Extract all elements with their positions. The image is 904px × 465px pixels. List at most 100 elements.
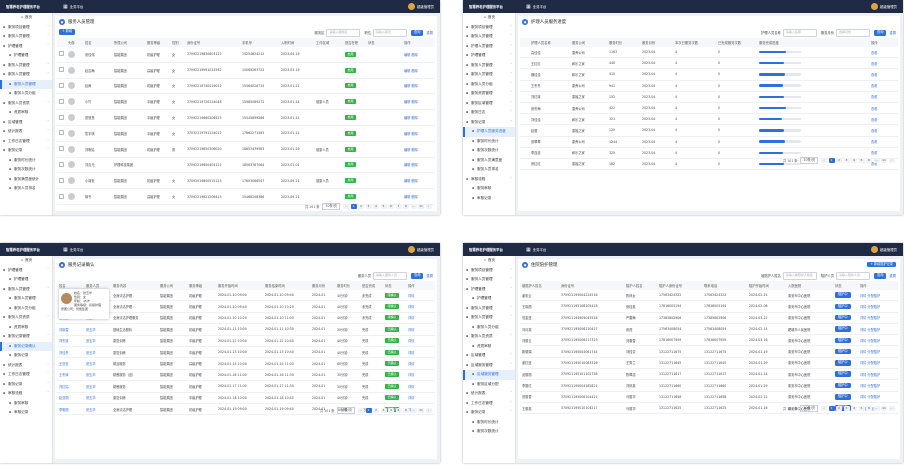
detail-link[interactable]: 详情 <box>860 294 866 298</box>
detail-link[interactable]: 详情 <box>408 385 414 389</box>
sidebar-item[interactable]: ▪ 服务人员分组 <box>0 304 52 314</box>
sidebar-item[interactable]: ▪ 审核记录 <box>0 408 52 418</box>
table-row[interactable]: 张冬梅 康养公司 422 2023-04 4 0 查看 <box>520 102 898 115</box>
sidebar-item[interactable]: ▪ 资质审核 <box>463 342 515 352</box>
sidebar-item[interactable]: ▪ 服务审核 <box>463 184 515 194</box>
user-menu[interactable]: 超级管理员 <box>408 3 434 10</box>
sidebar-item[interactable]: ▪ 服务时长统计 <box>463 137 515 147</box>
table-row[interactable]: 刘晓雪 张玉华 基础生活照料 智能集团 初级护理 2024-01-11 10:00 2024… <box>57 323 435 336</box>
sidebar-item[interactable]: ▪ 资质审核 <box>0 108 52 118</box>
reset-button[interactable]: 重置 <box>889 273 896 278</box>
platform-label[interactable]: 业务平台 <box>70 4 84 9</box>
next-page-button[interactable]: › <box>888 158 895 163</box>
table-row[interactable]: 张慧慧 智能集团 中级护理女 37092219660206523 15545899286… <box>57 109 435 126</box>
page-button[interactable]: 5 <box>858 158 865 163</box>
staff-name[interactable]: 张玉华 <box>84 357 111 370</box>
page-button[interactable]: 6 <box>866 158 872 163</box>
table-row[interactable]: 王冬妹 张玉华 助餐服务（送） 智能集团 初级护理 2024-01-16 11:00 202… <box>57 369 435 382</box>
sidebar-item[interactable]: ▪ 统计报表 ˅ <box>463 389 515 399</box>
detail-link[interactable]: 详情 <box>860 305 866 309</box>
assign-link[interactable]: 分配陪护 <box>867 294 880 298</box>
table-row[interactable]: 刘红妹 康福之家 152 2023-04 4 0 查看 <box>520 91 898 103</box>
table-row[interactable]: 张晓丽张玉华全身清洁护理智能集团初级护理2024-01-10 09:002024… <box>57 290 435 302</box>
page-button[interactable]: 4 <box>388 408 394 413</box>
page-button[interactable]: 3 <box>380 408 387 413</box>
next-page-button[interactable]: › <box>888 406 895 411</box>
user-menu[interactable]: 超级管理员 <box>871 246 897 253</box>
row-checkbox[interactable] <box>59 51 64 57</box>
sidebar-item[interactable]: ▪ 服务次数统计 <box>463 427 515 437</box>
staff-name[interactable]: 张玉华 <box>84 392 111 404</box>
staff-name[interactable]: 张玉华 <box>84 403 111 416</box>
sidebar-item[interactable]: ▪ 服务人员排名 <box>0 184 52 194</box>
search-button[interactable]: 查询 <box>411 273 424 279</box>
table-row[interactable]: 范金蓝 370921194909045518 严春梅 17385802906 17385… <box>520 312 898 324</box>
sidebar-item[interactable]: ▪ 工作日志管理 ˅ <box>0 370 52 380</box>
table-row[interactable]: 魏佳佳 和乐之家 410 2023-04 4 0 查看 <box>520 68 898 81</box>
sidebar-item[interactable]: ▪ 服务人员管理 ˅ <box>463 275 515 285</box>
staff-name[interactable]: 张玉华 <box>84 369 111 382</box>
row-checkbox[interactable] <box>59 98 64 104</box>
active-toggle[interactable]: 启用 <box>345 115 357 121</box>
page-button[interactable]: ... <box>410 204 417 209</box>
detail-link[interactable]: 详情 <box>860 350 866 354</box>
assign-link[interactable]: 分配陪护 <box>867 305 880 309</box>
sidebar-item[interactable]: ▪ 服务人员管理 <box>0 294 52 304</box>
edit-link[interactable]: 编辑 <box>404 163 410 167</box>
apps-grid-icon[interactable]: ▦ <box>526 4 531 10</box>
reset-button[interactable]: 重置 <box>426 30 433 35</box>
delete-link[interactable]: 删除 <box>411 116 417 120</box>
view-link[interactable]: 查看 <box>871 51 877 55</box>
table-row[interactable]: 詹宇琪 智能集团 中级护理女 37032119791124012 17862271583… <box>57 125 435 142</box>
delete-link[interactable]: 删除 <box>411 148 417 152</box>
active-toggle[interactable]: 启用 <box>345 130 357 136</box>
staff-name[interactable]: 张玉华 <box>84 346 111 359</box>
delete-link[interactable]: 删除 <box>411 195 417 199</box>
month-input[interactable]: 选择月份 <box>836 29 871 37</box>
sidebar-item[interactable]: ▪ 审核记录 <box>463 194 515 204</box>
sidebar-item[interactable]: ▪ 服务人员管理 ˅ <box>0 285 52 295</box>
row-checkbox[interactable] <box>59 146 64 152</box>
table-row[interactable]: 赵雨 智能集团 初级护理女 37092219740419022 15564026715 2… <box>57 78 435 95</box>
prev-page-button[interactable]: ‹ <box>821 158 827 163</box>
patient-input[interactable]: 请输入被陪护人姓名 <box>782 272 817 280</box>
prev-page-button[interactable]: ‹ <box>343 204 349 209</box>
page-button[interactable]: 4 <box>373 204 379 209</box>
page-button[interactable]: 5 <box>395 408 402 413</box>
row-checkbox-cell[interactable] <box>57 78 66 95</box>
detail-link[interactable]: 详情 <box>860 384 866 388</box>
view-link[interactable]: 查看 <box>871 118 877 122</box>
detail-link[interactable]: 详情 <box>860 328 866 332</box>
active-toggle[interactable]: 启用 <box>345 146 357 152</box>
sidebar-item[interactable]: ▪ 服务人员管理 <box>0 79 52 89</box>
active-toggle[interactable]: 启用 <box>345 51 357 57</box>
sidebar-item[interactable]: ▪ 服务人员管理 ˅ <box>0 32 52 42</box>
sidebar-item[interactable]: ▪ 服务人员管理 ˅ <box>463 61 515 71</box>
page-size-select[interactable]: 10条/页 <box>337 407 355 414</box>
table-row[interactable]: 谢红蓝 370921195010083326 王秀兰 13122711645 13122… <box>520 357 898 370</box>
row-checkbox-cell[interactable] <box>57 125 66 142</box>
page-button[interactable]: 3 <box>365 204 372 209</box>
sidebar-item[interactable]: ▪ 服务记录确认 <box>0 341 52 351</box>
table-row[interactable]: 赵亚丽 张玉华 康复训练 智能集团 中级护理 2024-01-18 10:00 2024-0… <box>57 392 435 404</box>
sidebar-item[interactable]: ▪ 审核流程 ˅ <box>0 389 52 399</box>
sidebar-item[interactable]: ▪ 服务次数统计 <box>463 146 515 156</box>
sidebar-item[interactable]: ▪ 服务人员管理 ˅ <box>463 32 515 42</box>
sidebar-item[interactable]: ▪ 护理管理 <box>0 275 52 285</box>
table-row[interactable]: 刘佳佳 和乐之家 321 2023-04 4 0 查看 <box>520 113 898 126</box>
table-row[interactable]: 张佳伟 智能集团 初级护理女 37092219830603122 15254624212… <box>57 47 435 63</box>
table-row[interactable]: 刘佳冬 张玉华 康复训练 智能集团 中级护理 2024-01-13 10:00 2024-0… <box>57 346 435 359</box>
page-button[interactable]: 5 <box>380 204 387 209</box>
detail-link[interactable]: 详情 <box>408 396 414 400</box>
delete-link[interactable]: 删除 <box>411 84 417 88</box>
assign-link[interactable]: 分配陪护 <box>867 350 880 354</box>
page-button[interactable]: 11 <box>881 158 887 163</box>
table-row[interactable]: 刘红姑 张玉华 助餐服务 智能集团 初级护理 2024-01-17 11:00 2024-0… <box>57 380 435 393</box>
search-button[interactable]: 查询 <box>874 273 887 279</box>
page-button[interactable]: ... <box>873 406 880 411</box>
table-row[interactable]: 武丽丽 370921195101102728 陈翠霞 13122711617 13122… <box>520 368 898 381</box>
sidebar-item[interactable]: ▪ 服务记录 ˅ <box>463 118 515 128</box>
page-size-select[interactable]: 10条/页 <box>800 157 818 164</box>
row-checkbox[interactable] <box>59 177 64 183</box>
sidebar-item[interactable]: ▪ 统计报表 ˅ <box>0 127 52 137</box>
